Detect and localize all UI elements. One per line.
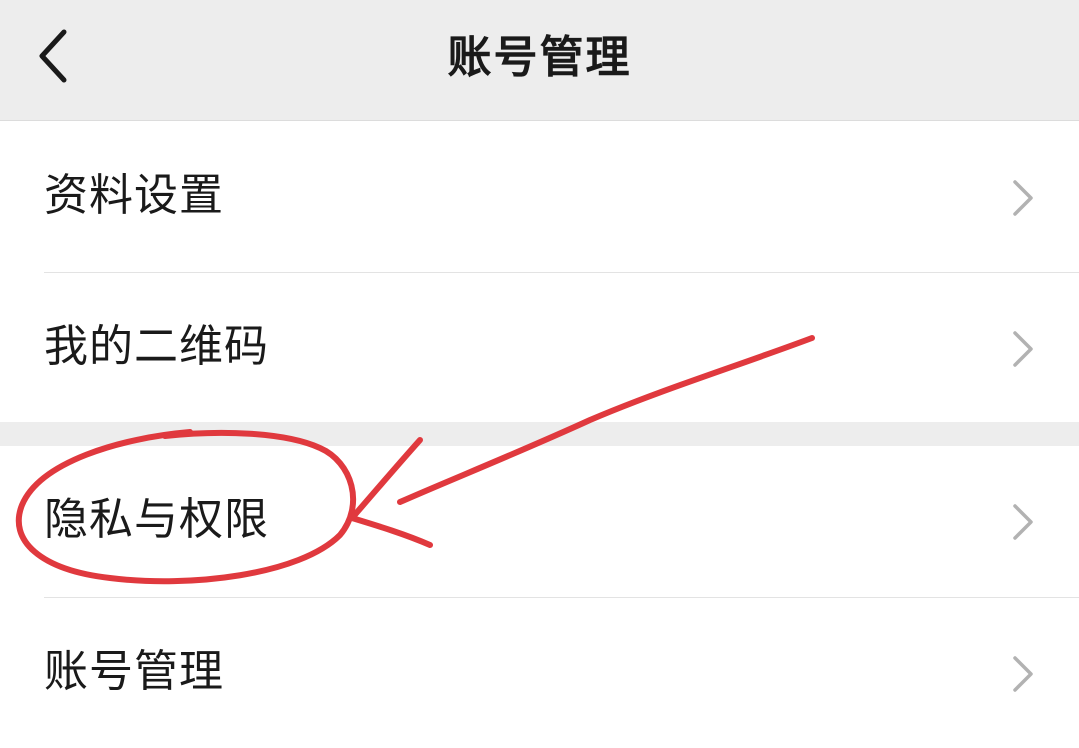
nav-bar: 账号管理: [0, 0, 1079, 121]
menu-item-label: 资料设置: [44, 170, 224, 221]
chevron-right-icon: [1011, 502, 1035, 542]
chevron-right-icon: [1011, 178, 1035, 218]
section-gap: [0, 422, 1079, 446]
menu-item-account-management[interactable]: 账号管理: [0, 598, 1079, 748]
menu-item-profile-settings[interactable]: 资料设置: [0, 122, 1079, 272]
chevron-right-icon: [1011, 654, 1035, 694]
menu-item-my-qrcode[interactable]: 我的二维码: [0, 273, 1079, 423]
page-title: 账号管理: [447, 32, 632, 83]
settings-group-1: 资料设置 我的二维码: [0, 122, 1079, 422]
menu-item-privacy-permissions[interactable]: 隐私与权限: [0, 446, 1079, 596]
menu-item-label: 隐私与权限: [44, 494, 269, 545]
menu-item-label: 我的二维码: [44, 321, 269, 372]
settings-group-2: 隐私与权限 账号管理: [0, 446, 1079, 748]
chevron-right-icon: [1011, 329, 1035, 369]
menu-item-label: 账号管理: [44, 646, 224, 697]
